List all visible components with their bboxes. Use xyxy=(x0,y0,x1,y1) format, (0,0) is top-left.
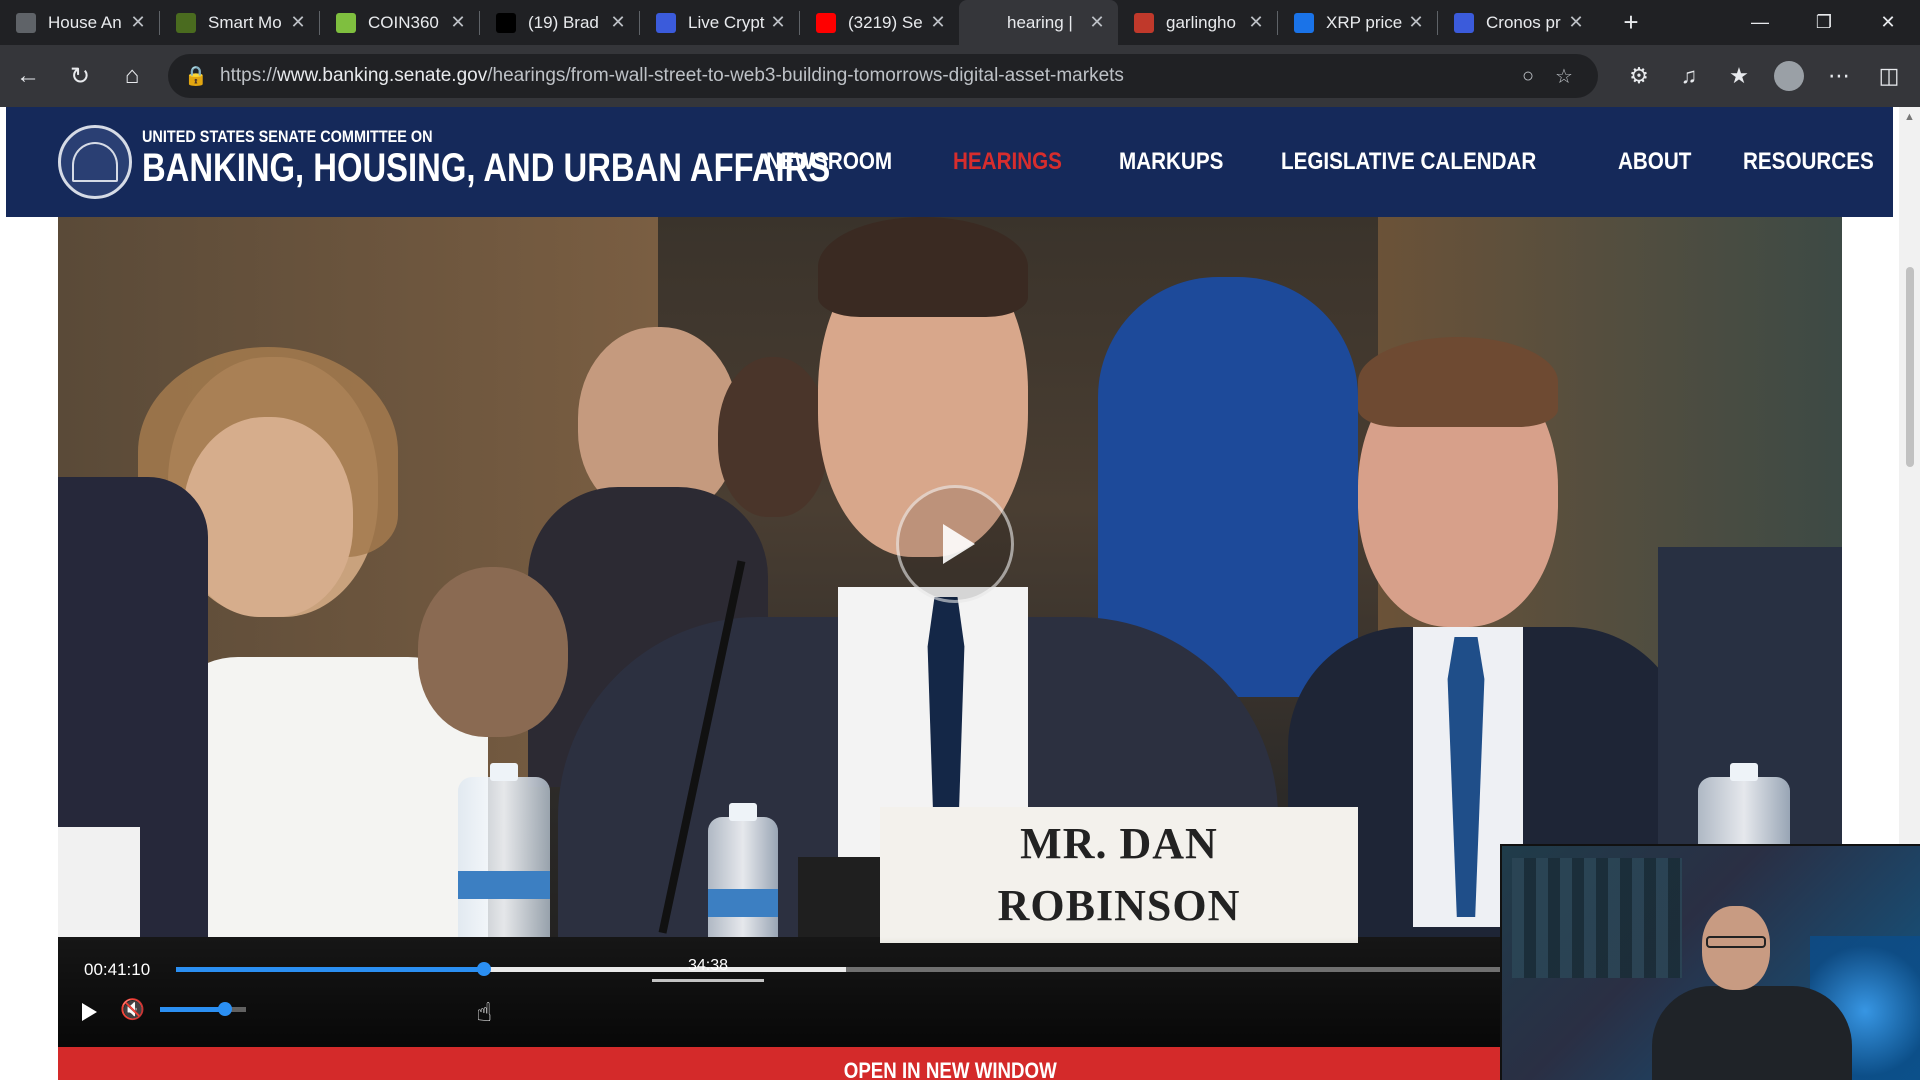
tab-favicon-icon xyxy=(975,12,995,33)
main-nav: NEWSROOM HEARINGS MARKUPS LEGISLATIVE CALEN… xyxy=(766,107,1920,217)
favorite-star-icon[interactable]: ☆ xyxy=(1546,64,1582,89)
tab-close-icon[interactable]: ✕ xyxy=(127,12,149,33)
tab-title: Cronos pr xyxy=(1486,12,1561,32)
tab-strip: House An ✕ Smart Mo ✕ COIN360 ✕ (19) Brad ✕ Live… xyxy=(0,0,1920,45)
tab-title: Smart Mo xyxy=(208,12,282,32)
mute-button[interactable]: 🔇 xyxy=(120,997,145,1022)
tab-favicon-icon xyxy=(816,12,836,33)
tab-favicon-icon xyxy=(176,12,196,33)
tab-close-icon[interactable]: ✕ xyxy=(607,12,629,33)
profile-avatar[interactable] xyxy=(1774,61,1804,91)
nav-item-newsroom[interactable]: NEWSROOM xyxy=(766,148,892,176)
sidebar-icon[interactable]: ◫ xyxy=(1864,52,1914,100)
volume-slider[interactable] xyxy=(160,1002,246,1016)
browser-tab[interactable]: Cronos pr ✕ xyxy=(1438,0,1597,45)
tab-title: (3219) Se xyxy=(848,12,923,32)
play-icon xyxy=(943,524,975,564)
tab-title: garlingho xyxy=(1166,12,1236,32)
media-icon[interactable]: ♫ xyxy=(1664,52,1714,100)
scroll-thumb[interactable] xyxy=(1906,267,1914,467)
address-bar[interactable]: 🔒 https://www.banking.senate.gov/hearing… xyxy=(168,54,1598,98)
tab-favicon-icon xyxy=(1134,12,1154,33)
tab-close-icon[interactable]: ✕ xyxy=(447,12,469,33)
browser-tab[interactable]: (3219) Se ✕ xyxy=(800,0,959,45)
url-text[interactable]: https://www.banking.senate.gov/hearings/… xyxy=(220,65,1510,87)
nameplate-line-2: ROBINSON xyxy=(997,881,1241,930)
committee-name: BANKING, HOUSING, AND URBAN AFFAIRS xyxy=(142,146,831,190)
browser-tab[interactable]: XRP price ✕ xyxy=(1278,0,1437,45)
new-tab-button[interactable]: + xyxy=(1611,7,1651,38)
tab-title: XRP price xyxy=(1326,12,1403,32)
volume-level xyxy=(160,1007,226,1012)
tab-favicon-icon xyxy=(16,12,36,33)
big-play-button[interactable] xyxy=(896,485,1014,603)
hand-cursor-icon: ☝ xyxy=(476,997,493,1027)
home-button[interactable]: ⌂ xyxy=(108,52,156,100)
nav-item-about[interactable]: ABOUT xyxy=(1618,148,1691,176)
tab-close-icon[interactable]: ✕ xyxy=(927,12,949,33)
scroll-up-icon[interactable]: ▲ xyxy=(1904,111,1915,123)
progress-thumb[interactable] xyxy=(477,962,492,976)
more-menu-icon[interactable]: ⋯ xyxy=(1814,52,1864,100)
back-button[interactable]: ← xyxy=(4,52,52,100)
play-button[interactable] xyxy=(78,999,102,1025)
browser-tab[interactable]: Smart Mo ✕ xyxy=(160,0,319,45)
tab-favicon-icon xyxy=(656,12,676,33)
tab-favicon-icon xyxy=(336,12,356,33)
tab-close-icon[interactable]: ✕ xyxy=(287,12,309,33)
tab-title: (19) Brad xyxy=(528,12,599,32)
tab-favicon-icon xyxy=(1294,12,1314,33)
nav-item-legislative-calendar[interactable]: LEGISLATIVE CALENDAR xyxy=(1281,148,1536,176)
browser-tab[interactable]: COIN360 ✕ xyxy=(320,0,479,45)
restore-button[interactable]: ❐ xyxy=(1792,0,1856,45)
browser-tab[interactable]: garlingho ✕ xyxy=(1118,0,1277,45)
tab-close-icon[interactable]: ✕ xyxy=(767,12,789,33)
streamer-webcam-overlay xyxy=(1500,844,1920,1080)
committee-line: UNITED STATES SENATE COMMITTEE ON xyxy=(142,127,433,146)
tab-title: COIN360 xyxy=(368,12,439,32)
progress-bar[interactable]: 34:38 ☝ xyxy=(176,957,1516,1027)
tab-close-icon[interactable]: ✕ xyxy=(1245,12,1267,33)
nameplate-line-1: MR. DAN xyxy=(1020,819,1218,868)
browser-tab[interactable]: House An ✕ xyxy=(0,0,159,45)
browser-tab[interactable]: hearing | ✕ xyxy=(959,0,1118,45)
tab-favicon-icon xyxy=(1454,12,1474,33)
tab-favicon-icon xyxy=(496,12,516,33)
volume-thumb[interactable] xyxy=(218,1002,233,1016)
witness-nameplate: MR. DAN ROBINSON xyxy=(880,807,1358,943)
browser-tab[interactable]: (19) Brad ✕ xyxy=(480,0,639,45)
tab-close-icon[interactable]: ✕ xyxy=(1405,12,1427,33)
close-window-button[interactable]: ✕ xyxy=(1856,0,1920,45)
tab-title: House An xyxy=(48,12,122,32)
window-controls: — ❐ ✕ xyxy=(1728,0,1920,45)
nav-item-markups[interactable]: MARKUPS xyxy=(1119,148,1223,176)
browser-toolbar: ← ↻ ⌂ 🔒 https://www.banking.senate.gov/h… xyxy=(0,45,1920,107)
reload-button[interactable]: ↻ xyxy=(56,52,104,100)
current-time: 00:41:10 xyxy=(84,960,151,979)
lock-icon[interactable]: 🔒 xyxy=(184,64,208,88)
hover-time-tooltip: 34:38 xyxy=(652,957,764,982)
nav-item-hearings[interactable]: HEARINGS xyxy=(953,148,1062,176)
play-small-icon xyxy=(82,1003,97,1021)
nav-item-resources[interactable]: RESOURCES xyxy=(1743,148,1874,176)
extensions-icon[interactable]: ⚙ xyxy=(1614,52,1664,100)
tab-close-icon[interactable]: ✕ xyxy=(1565,12,1587,33)
browser-tab[interactable]: Live Crypt ✕ xyxy=(640,0,799,45)
site-header: UNITED STATES SENATE COMMITTEE ON BANKIN… xyxy=(6,107,1893,217)
senate-seal-icon[interactable] xyxy=(58,125,132,199)
tab-title: hearing | xyxy=(1007,12,1073,32)
minimize-button[interactable]: — xyxy=(1728,0,1792,45)
played-range xyxy=(176,967,485,972)
favorites-icon[interactable]: ★ xyxy=(1714,52,1764,100)
reading-mode-icon[interactable]: ○ xyxy=(1510,65,1546,88)
tab-title: Live Crypt xyxy=(688,12,765,32)
tab-close-icon[interactable]: ✕ xyxy=(1086,12,1108,33)
